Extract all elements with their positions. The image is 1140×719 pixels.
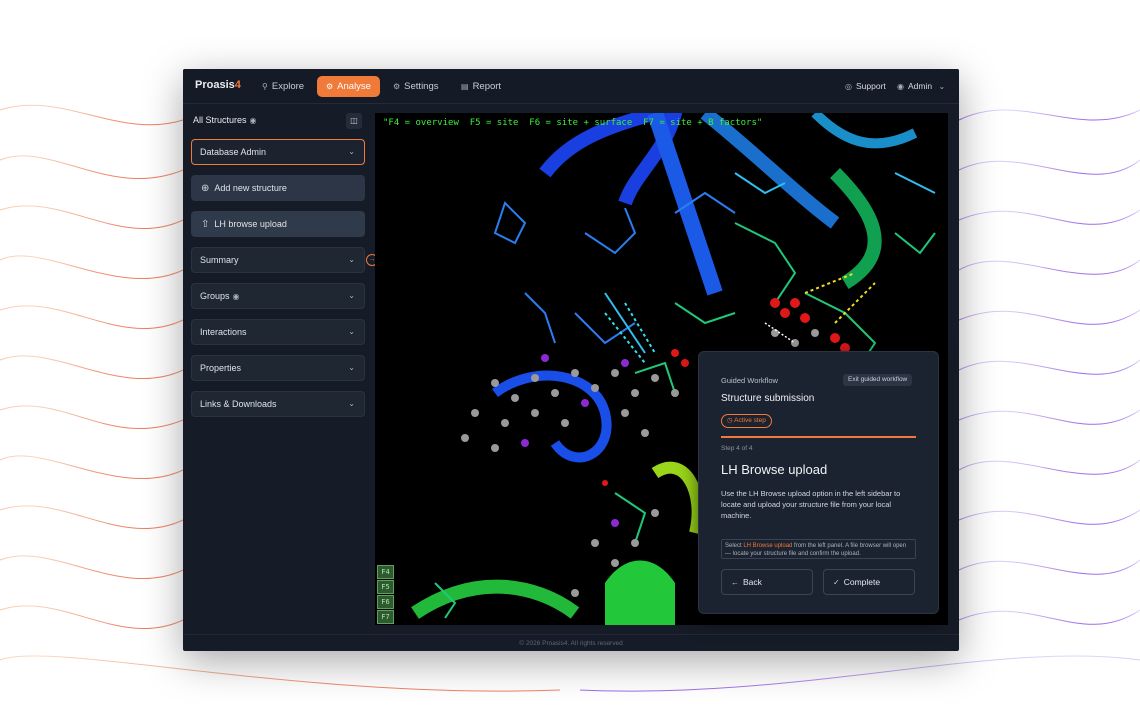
- f5-site-button[interactable]: F5: [377, 580, 394, 594]
- support-link[interactable]: ◎ Support: [845, 76, 886, 97]
- nav-report[interactable]: ▤ Report: [452, 76, 510, 97]
- view-shortcut-buttons: F4 F5 F6 F7: [377, 565, 394, 625]
- nav-settings[interactable]: ⚙ Settings: [384, 76, 448, 97]
- guided-workflow-panel: Guided Workflow Exit guided workflow Str…: [698, 351, 939, 614]
- chevron-down-icon: ⌄: [348, 399, 355, 408]
- active-step-badge: ◷ Active step: [721, 414, 772, 428]
- chevron-down-icon: ⌄: [348, 327, 355, 336]
- footer-copyright: © 2026 Proasis4. All rights reserved: [183, 634, 959, 651]
- back-button[interactable]: ← Back: [721, 569, 813, 595]
- step-tip: Select LH Browse upload from the left pa…: [721, 539, 916, 559]
- chevron-down-icon: ⌄: [348, 255, 355, 264]
- nav-explore[interactable]: ⚲ Explore: [253, 76, 313, 97]
- step-counter: Step 4 of 4: [721, 445, 753, 452]
- eye-icon: ◉: [232, 292, 240, 301]
- section-interactions[interactable]: Interactions ⌄: [191, 319, 365, 345]
- workflow-title: Structure submission: [721, 393, 815, 404]
- keyboard-hint: "F4 = overview F5 = site F6 = site + sur…: [383, 118, 763, 128]
- f6-surface-button[interactable]: F6: [377, 595, 394, 609]
- section-groups[interactable]: Groups ◉ ⌄: [191, 283, 365, 309]
- step-heading: LH Browse upload: [721, 462, 828, 477]
- exit-guided-workflow-button[interactable]: Exit guided workflow: [843, 374, 913, 386]
- sidebar-header: All Structures ◉: [193, 115, 257, 125]
- chevron-down-icon: ⌄: [348, 363, 355, 372]
- check-circle-icon: ✓: [833, 578, 840, 587]
- complete-button[interactable]: ✓ Complete: [823, 569, 915, 595]
- step-description: Use the LH Browse upload option in the l…: [721, 489, 901, 520]
- section-summary[interactable]: Summary ⌄: [191, 247, 365, 273]
- search-icon: ⚲: [262, 82, 268, 91]
- top-navigation: Proasis4 ⚲ Explore ⚙ Analyse ⚙ Settings ▤ Re…: [183, 69, 959, 104]
- f4-overview-button[interactable]: F4: [377, 565, 394, 579]
- eye-icon[interactable]: ◉: [250, 116, 257, 125]
- workflow-label: Guided Workflow: [721, 376, 778, 385]
- app-window: Proasis4 ⚲ Explore ⚙ Analyse ⚙ Settings ▤ Re…: [183, 69, 959, 651]
- section-properties[interactable]: Properties ⌄: [191, 355, 365, 381]
- analyse-icon: ⚙: [326, 82, 334, 91]
- user-icon: ◉: [897, 82, 904, 91]
- gear-icon: ⚙: [393, 82, 401, 91]
- chevron-down-icon: ⌄: [348, 291, 355, 300]
- chevron-down-icon: ⌄: [348, 147, 355, 156]
- database-select[interactable]: Database Admin ⌄: [191, 139, 365, 165]
- chevron-down-icon: ⌄: [938, 82, 946, 91]
- lh-browse-upload-button[interactable]: ⇧ LH browse upload: [191, 211, 365, 237]
- workflow-progress-bar: [721, 436, 916, 438]
- clock-icon: ◷: [727, 417, 733, 424]
- support-icon: ◎: [845, 82, 852, 91]
- upload-icon: ⇧: [201, 219, 210, 230]
- section-links-downloads[interactable]: Links & Downloads ⌄: [191, 391, 365, 417]
- nav-analyse[interactable]: ⚙ Analyse: [317, 76, 380, 97]
- user-menu[interactable]: ◉ Admin ⌄: [897, 76, 949, 97]
- f7-bfactors-button[interactable]: F7: [377, 610, 394, 624]
- arrow-left-icon: ←: [731, 578, 739, 587]
- plus-circle-icon: ⊕: [201, 183, 210, 194]
- collapse-sidebar-button[interactable]: ◫: [346, 113, 362, 129]
- app-logo[interactable]: Proasis4: [195, 79, 241, 91]
- add-new-structure-button[interactable]: ⊕ Add new structure: [191, 175, 365, 201]
- sidebar: All Structures ◉ ◫ Database Admin ⌄ ⊕ Add n…: [183, 104, 378, 634]
- document-icon: ▤: [461, 82, 469, 91]
